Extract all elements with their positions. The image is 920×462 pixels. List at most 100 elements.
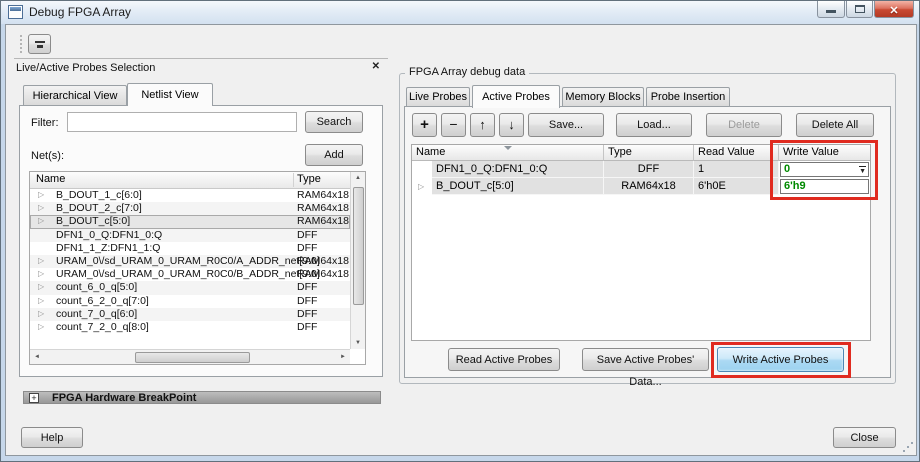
expand-arrow-icon[interactable]: ▷ — [38, 309, 44, 318]
expand-arrow-icon[interactable]: ▷ — [418, 182, 424, 191]
scroll-up-icon[interactable]: ▲ — [351, 175, 365, 181]
net-row[interactable]: ▷ count_6_0_q[5:0] DFF — [30, 281, 350, 294]
expand-arrow-icon[interactable]: ▷ — [38, 203, 44, 212]
col-header-read-value[interactable]: Read Value — [694, 145, 779, 161]
write-value-input[interactable]: 6'h9 — [780, 179, 869, 194]
tab-hierarchical-view[interactable]: Hierarchical View — [23, 85, 127, 106]
expand-arrow-icon[interactable]: ▷ — [38, 322, 44, 331]
write-active-probes-button[interactable]: Write Active Probes — [717, 347, 844, 372]
scroll-left-icon[interactable]: ◄ — [34, 354, 40, 360]
maximize-icon — [855, 5, 865, 13]
col-header-name[interactable]: Name — [412, 145, 604, 161]
close-button[interactable]: ✕ — [874, 1, 914, 18]
tab-memory-blocks[interactable]: Memory Blocks — [562, 87, 644, 107]
move-down-button[interactable]: ↓ — [499, 113, 524, 137]
title-bar[interactable]: Debug FPGA Array ✕ — [1, 1, 919, 24]
filter-label: Filter: — [31, 117, 59, 129]
net-name: count_6_2_0_q[7:0] — [56, 295, 149, 307]
add-button[interactable]: Add — [305, 144, 363, 166]
probe-type: RAM64x18 — [604, 178, 694, 195]
net-list-rows: ▷ B_DOUT_1_c[6:0] RAM64x18▷B_DOUT_2_c[7:0]… — [30, 189, 350, 349]
col-header-type[interactable]: Type — [604, 145, 694, 161]
close-dialog-button[interactable]: Close — [833, 427, 896, 448]
tab-live-probes[interactable]: Live Probes — [406, 87, 470, 107]
net-row[interactable]: ▷ B_DOUT_1_c[6:0] RAM64x18 — [30, 189, 350, 202]
move-up-button[interactable]: ↑ — [470, 113, 495, 137]
read-active-probes-button[interactable]: Read Active Probes — [448, 348, 560, 371]
debug-fpga-array-window: Debug FPGA Array ✕ Live/Active Probes Se… — [0, 0, 920, 462]
net-list-header[interactable]: Name Type — [30, 172, 350, 189]
dropdown-arrow-icon[interactable]: ▼ — [859, 166, 866, 175]
add-probe-button[interactable]: + — [412, 113, 437, 137]
net-row[interactable]: ▷ count_6_2_0_q[7:0] DFF — [30, 295, 350, 308]
net-row[interactable]: DFN1_0_Q:DFN1_0:QDFF — [30, 229, 350, 242]
net-row[interactable]: ▷B_DOUT_c[5:0]RAM64x18 — [30, 215, 350, 228]
window-title: Debug FPGA Array — [29, 5, 131, 19]
net-row[interactable]: ▷URAM_0\/sd_URAM_0_URAM_R0C0/A_ADDR_net[… — [30, 255, 350, 268]
maximize-button[interactable] — [846, 1, 873, 18]
net-row[interactable]: ▷count_7_0_q[6:0]DFF — [30, 308, 350, 321]
net-row[interactable]: DFN1_1_Z:DFN1_1:QDFF — [30, 242, 350, 255]
net-name: count_6_0_q[5:0] — [56, 281, 137, 293]
filter-input[interactable] — [67, 112, 297, 132]
net-col-name[interactable]: Name — [36, 173, 65, 185]
arrow-up-icon: ↑ — [479, 117, 486, 132]
net-list-vscrollbar[interactable]: ▲ ▼ — [350, 172, 365, 349]
help-button[interactable]: Help — [21, 427, 83, 448]
col-header-write-value[interactable]: Write Value — [779, 145, 870, 161]
expand-arrow-icon[interactable]: ▷ — [38, 269, 44, 278]
app-icon — [8, 5, 23, 19]
dock-panel-titlebar[interactable]: Live/Active Probes Selection ✕ — [14, 58, 388, 76]
delete-all-button[interactable]: Delete All — [796, 113, 874, 137]
expand-arrow-icon[interactable]: ▷ — [38, 296, 44, 305]
expand-arrow-icon[interactable]: ▷ — [38, 256, 44, 265]
expand-arrow-icon[interactable]: ▷ — [38, 190, 44, 199]
expand-arrow-icon[interactable]: ▷ — [38, 282, 44, 291]
scroll-down-icon[interactable]: ▼ — [351, 340, 365, 346]
net-row[interactable]: ▷B_DOUT_2_c[7:0]RAM64x18 — [30, 202, 350, 215]
net-type: DFF — [297, 281, 317, 293]
probe-read-value: 1 — [694, 161, 779, 178]
resize-grip[interactable] — [903, 442, 913, 452]
net-type: RAM64x18 — [297, 189, 349, 201]
minimize-icon — [826, 10, 836, 13]
toolbar-drag-handle[interactable] — [20, 35, 23, 53]
groupbox-title: FPGA Array debug data — [405, 66, 529, 78]
close-panel-icon[interactable]: ✕ — [372, 61, 380, 72]
vscroll-thumb[interactable] — [353, 187, 364, 305]
net-type: DFF — [297, 321, 317, 333]
save-active-probes-data-button[interactable]: Save Active Probes' Data... — [582, 348, 709, 371]
net-type: DFF — [297, 295, 317, 307]
remove-probe-button[interactable]: − — [441, 113, 466, 137]
expand-plus-icon[interactable]: + — [29, 393, 39, 403]
hscroll-thumb[interactable] — [135, 352, 250, 363]
net-type: DFF — [297, 308, 317, 320]
delete-button[interactable]: Delete — [706, 113, 782, 137]
minus-icon: − — [449, 116, 457, 132]
net-col-type[interactable]: Type — [297, 173, 321, 185]
tab-netlist-view[interactable]: Netlist View — [127, 83, 213, 106]
net-name: DFN1_1_Z:DFN1_1:Q — [56, 242, 160, 254]
tab-probe-insertion[interactable]: Probe Insertion — [646, 87, 730, 107]
collapse-icon — [35, 41, 45, 43]
net-row[interactable]: ▷URAM_0\/sd_URAM_0_URAM_R0C0/B_ADDR_net[… — [30, 268, 350, 281]
load-button[interactable]: Load... — [616, 113, 692, 137]
net-row[interactable]: ▷count_7_2_0_q[8:0]DFF — [30, 321, 350, 334]
expand-arrow-icon[interactable]: ▷ — [38, 216, 44, 225]
net-list-hscrollbar[interactable]: ◄ ► — [30, 349, 350, 364]
collapse-tool-button[interactable] — [28, 34, 51, 54]
scroll-right-icon[interactable]: ► — [340, 354, 346, 360]
net-name: B_DOUT_1_c[6:0] — [56, 189, 142, 201]
close-icon: ✕ — [889, 5, 898, 17]
write-value-dropdown[interactable]: 0 ▼ — [780, 162, 869, 177]
search-button[interactable]: Search — [305, 111, 363, 133]
plus-icon: + — [420, 116, 429, 133]
probe-name: B_DOUT_c[5:0] — [432, 178, 604, 195]
net-type: RAM64x18 — [297, 215, 349, 227]
minimize-button[interactable] — [817, 1, 845, 18]
tab-active-probes[interactable]: Active Probes — [472, 85, 560, 108]
probe-table: Name Type Read Value Write Value DFN1_0_… — [411, 144, 871, 341]
net-type: RAM64x18 — [297, 202, 349, 214]
fpga-breakpoint-section[interactable]: + FPGA Hardware BreakPoint — [23, 391, 381, 404]
save-button[interactable]: Save... — [528, 113, 604, 137]
